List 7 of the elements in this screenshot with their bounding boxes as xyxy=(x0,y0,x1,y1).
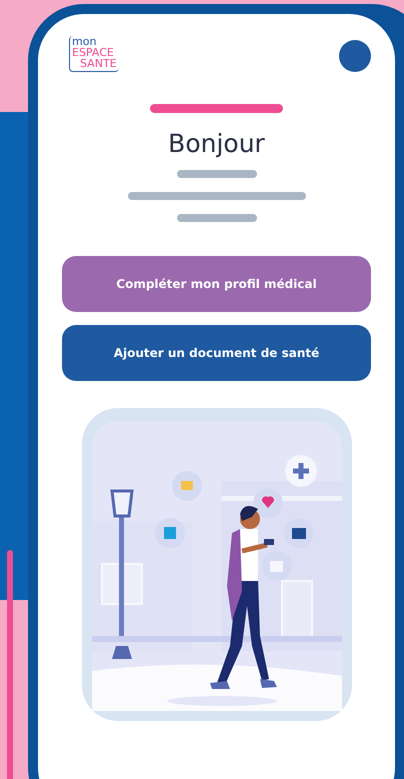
logo-text: SANTE xyxy=(79,58,117,69)
action-button[interactable]: Ajouter un document de santé xyxy=(62,325,371,381)
avatar[interactable] xyxy=(339,40,371,72)
logo-text: ESPACE xyxy=(72,47,114,58)
greeting-title: Bonjour xyxy=(168,129,265,158)
logo-text: mon xyxy=(72,36,96,47)
action-button[interactable]: Compléter mon profil médical xyxy=(62,256,371,312)
